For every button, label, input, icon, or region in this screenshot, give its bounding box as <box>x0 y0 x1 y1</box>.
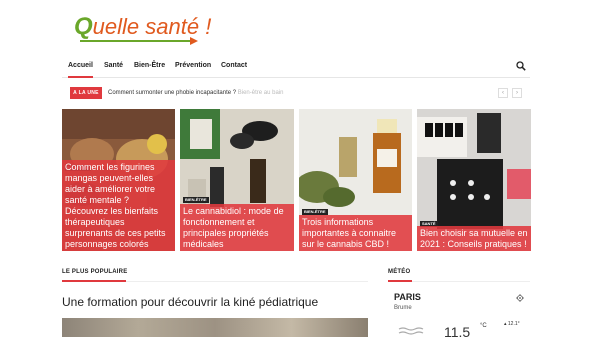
location-target-icon[interactable] <box>516 294 524 302</box>
logo-text: uelle santé ! <box>92 14 212 39</box>
weather-high-value: 12.1° <box>507 321 520 327</box>
featured-card[interactable]: Bien-Être Comment les figurines mangas p… <box>62 109 175 251</box>
card-title-overlay: Trois informations importantes à connait… <box>299 215 412 251</box>
featured-cards: Bien-Être Comment les figurines mangas p… <box>62 109 531 251</box>
main-nav: Accueil Santé Bien-Être Prévention Conta… <box>62 56 530 78</box>
popular-article-image[interactable] <box>62 318 368 337</box>
weather-condition: Brume <box>394 305 412 311</box>
card-title[interactable]: Trois informations importantes à connait… <box>299 215 412 251</box>
site-header: Quelle santé ! <box>0 0 592 56</box>
ticker-badge: A LA UNE <box>70 87 102 99</box>
breaking-news-ticker: A LA UNE Comment surmonter une phobie in… <box>70 86 524 100</box>
search-icon[interactable] <box>516 61 526 71</box>
ticker-headline-text: Comment surmonter une phobie incapacitan… <box>108 90 237 96</box>
popular-article-title[interactable]: Une formation pour découvrir la kiné péd… <box>62 295 318 309</box>
popular-section-accent <box>62 280 126 282</box>
featured-card[interactable]: Bien-Être Trois informations importantes… <box>299 109 412 251</box>
popular-section-heading: LE PLUS POPULAIRE <box>62 269 128 275</box>
ticker-prev-button[interactable]: ‹ <box>498 88 508 98</box>
weather-unit: °C <box>480 323 487 329</box>
card-title-overlay: Comment les figurines mangas peuvent-ell… <box>62 160 175 251</box>
ticker-next-headline: Bien-être au bain <box>237 90 284 96</box>
weather-high: ▴ 12.1° <box>504 321 520 327</box>
card-title[interactable]: Comment les figurines mangas peuvent-ell… <box>62 160 175 251</box>
logo-underline <box>80 40 192 42</box>
nav-item-prevention[interactable]: Prévention <box>175 56 211 78</box>
card-title[interactable]: Bien choisir sa mutuelle en 2021 : Conse… <box>417 226 531 251</box>
logo-arrow-icon <box>190 37 198 45</box>
ticker-headline[interactable]: Comment surmonter une phobie incapacitan… <box>108 86 283 100</box>
featured-card[interactable]: Bien-Être Le cannabidiol : mode de fonct… <box>180 109 294 251</box>
weather-section-heading: MÉTÉO <box>388 269 411 275</box>
nav-item-bien-etre[interactable]: Bien-Être <box>134 56 165 78</box>
nav-item-accueil[interactable]: Accueil <box>68 56 93 78</box>
nav-item-sante[interactable]: Santé <box>104 56 123 78</box>
mist-icon <box>398 327 424 335</box>
nav-item-contact[interactable]: Contact <box>221 56 247 78</box>
card-category-tag[interactable]: Bien-Être <box>183 197 209 203</box>
weather-city: PARIS <box>394 292 421 302</box>
logo-first-letter: Q <box>74 13 93 40</box>
weather-temperature: 11.5 <box>444 324 471 337</box>
weather-section-accent <box>388 280 412 282</box>
card-title-overlay: Bien choisir sa mutuelle en 2021 : Conse… <box>417 226 531 251</box>
card-title-overlay: Le cannabidiol : mode de fonctionnement … <box>180 204 294 251</box>
featured-card[interactable]: Santé Bien choisir sa mutuelle en 2021 :… <box>417 109 531 251</box>
ticker-next-button[interactable]: › <box>512 88 522 98</box>
card-title[interactable]: Le cannabidiol : mode de fonctionnement … <box>180 204 294 251</box>
weather-widget: PARIS Brume 11.5 °C ▴ 12.1° <box>388 286 530 337</box>
